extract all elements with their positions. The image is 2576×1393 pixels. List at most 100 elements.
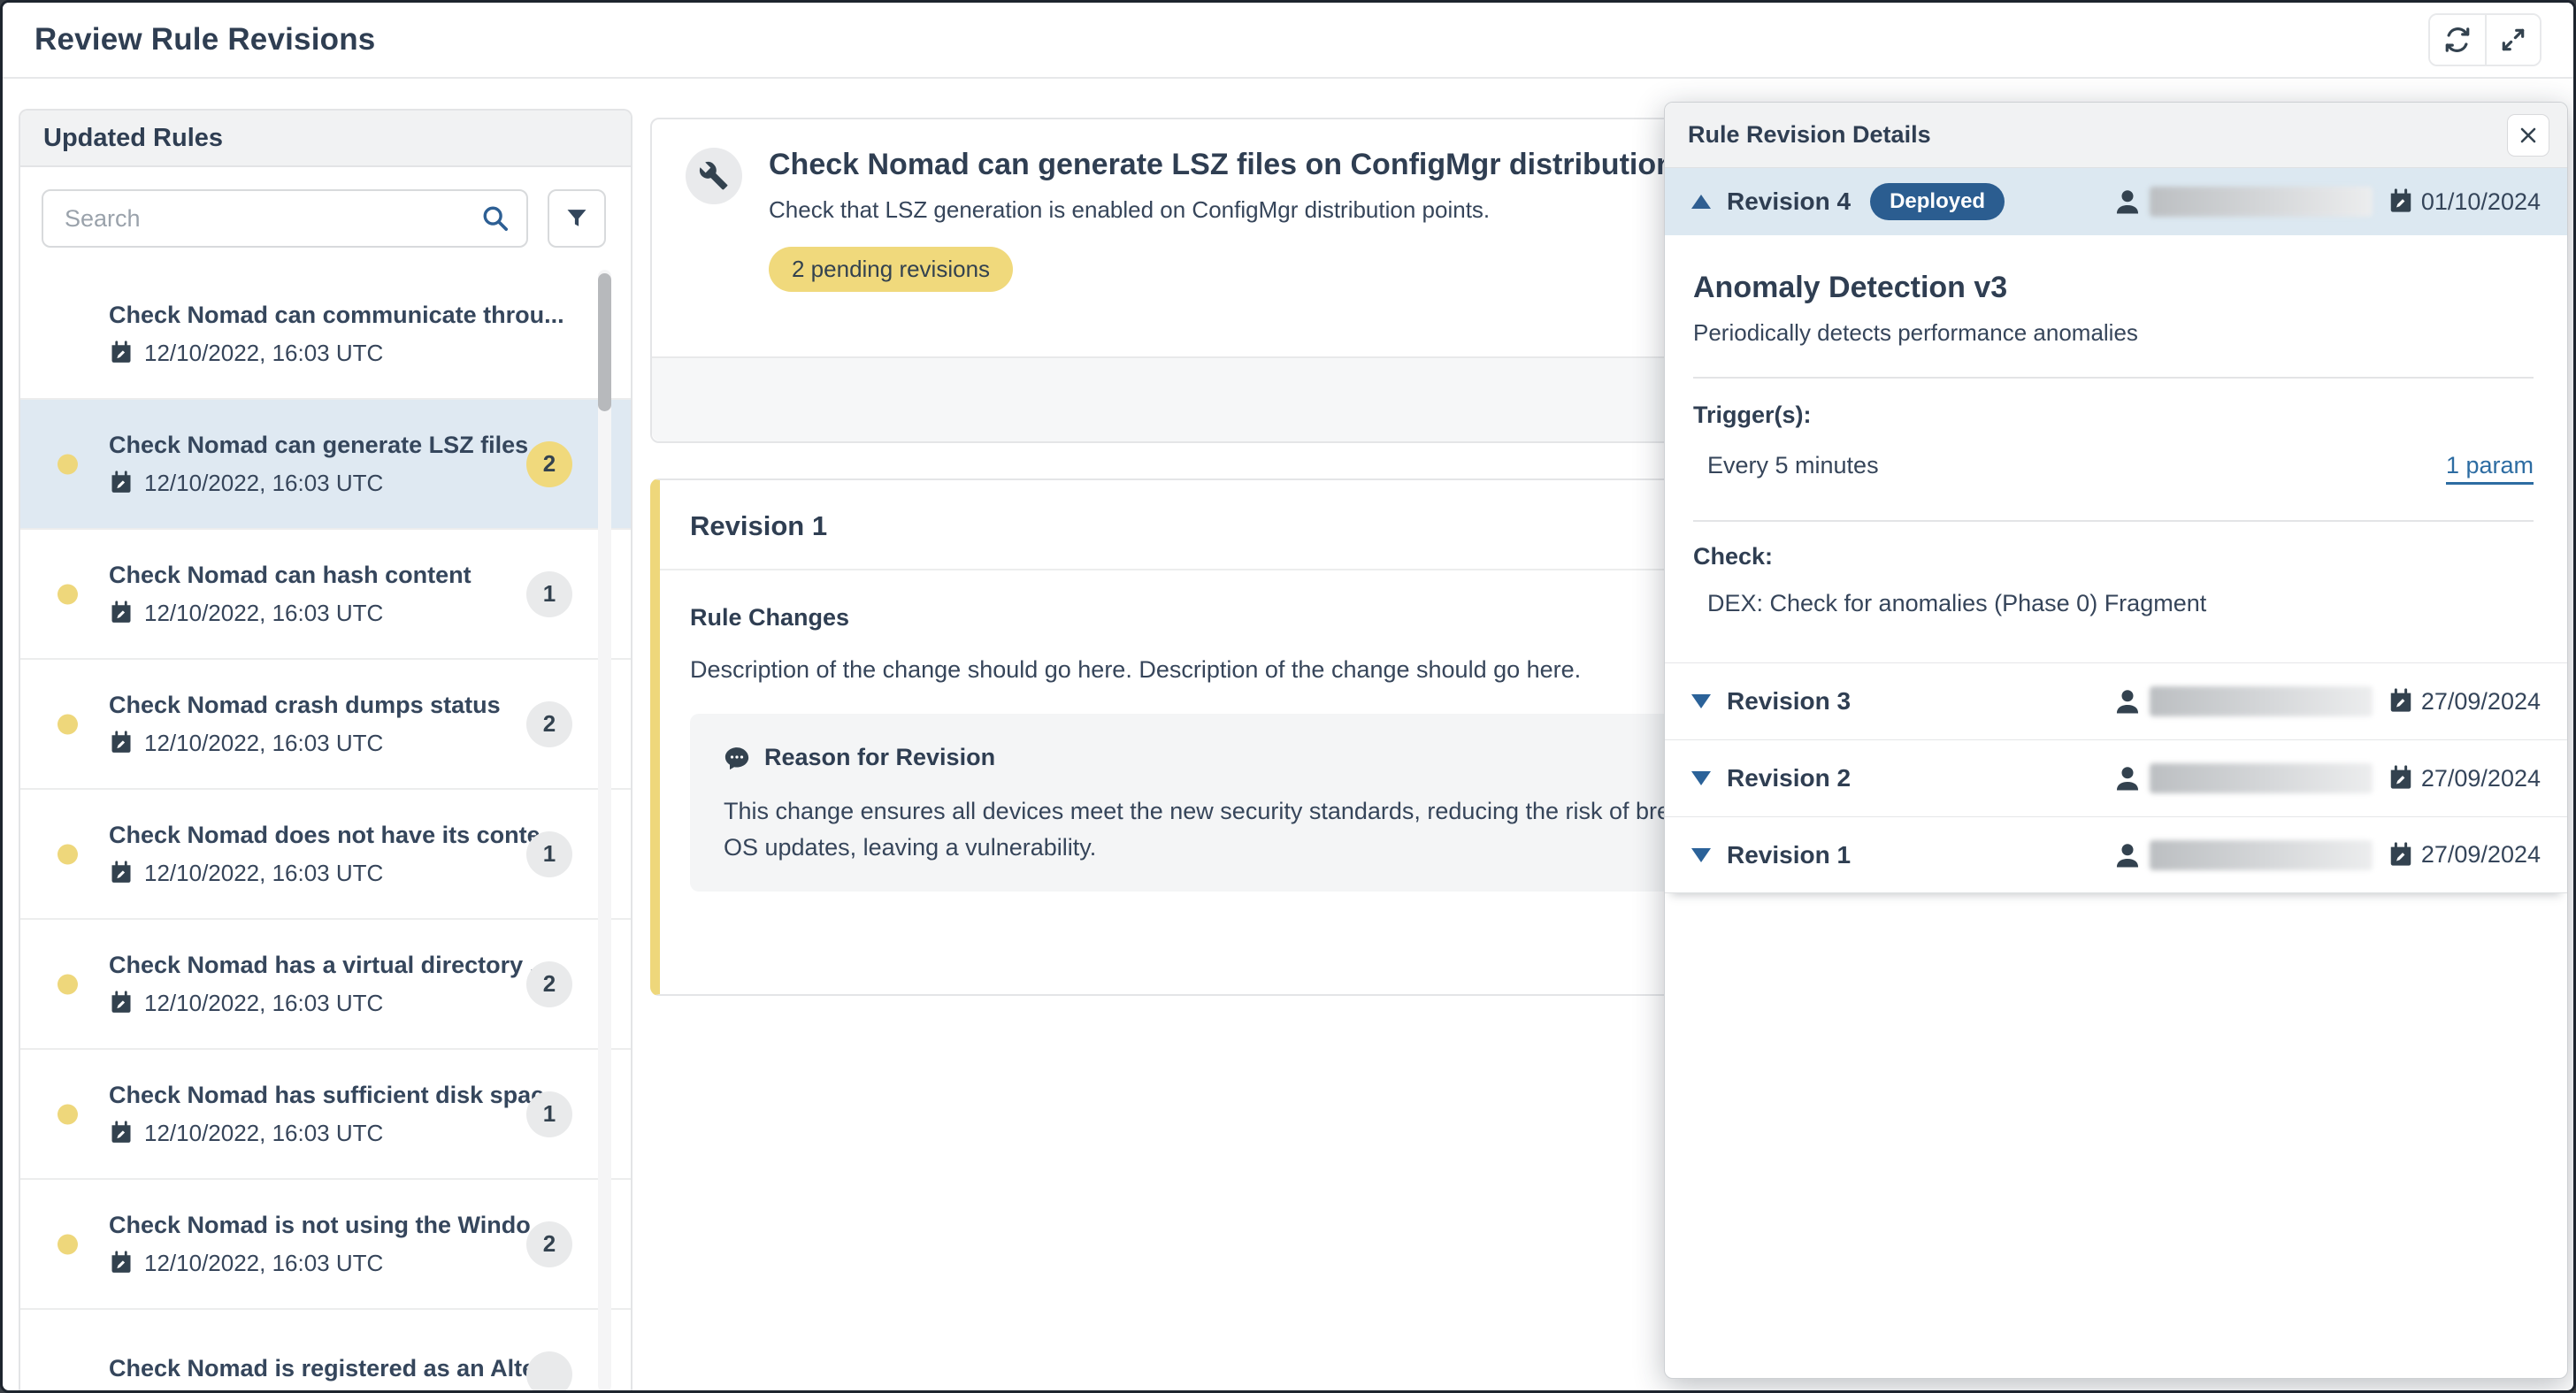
rule-item-title: Check Nomad crash dumps status	[109, 692, 525, 719]
rule-list-item-selected[interactable]: Check Nomad can generate LSZ files ... 1…	[20, 400, 631, 530]
calendar-edit-icon	[109, 471, 134, 495]
pending-dot	[58, 584, 78, 604]
rule-item-title: Check Nomad is registered as an Alte...	[109, 1355, 525, 1382]
calendar-edit-icon	[2388, 688, 2414, 715]
revision-label: Revision 1	[1727, 841, 1851, 869]
revision-date: 27/09/2024	[2421, 688, 2541, 716]
date-cell: 27/09/2024	[2381, 688, 2541, 716]
calendar-edit-icon	[109, 601, 134, 625]
author-cell	[2112, 686, 2381, 716]
revision-row[interactable]: Revision 1 27/09/2024	[1665, 816, 2567, 893]
sidebar-scrollbar-thumb[interactable]	[598, 273, 611, 411]
revision-count-badge: 2	[526, 1221, 572, 1267]
expand-triangle-icon	[1691, 848, 1711, 862]
revision-label: Revision 3	[1727, 687, 1851, 716]
author-cell	[2112, 763, 2381, 793]
revision-rule-description: Periodically detects performance anomali…	[1693, 319, 2534, 347]
comment-icon	[724, 745, 750, 771]
close-button[interactable]	[2507, 114, 2549, 157]
rule-item-date: 12/10/2022, 16:03 UTC	[109, 1250, 525, 1277]
rule-item-title: Check Nomad can communicate throu...	[109, 302, 525, 329]
revision-label: Revision 4	[1727, 188, 1851, 216]
close-icon	[2518, 125, 2539, 146]
rule-list-item[interactable]: Check Nomad can communicate throu... 12/…	[20, 270, 631, 400]
topbar-actions	[2428, 13, 2542, 66]
search-box	[42, 189, 528, 248]
calendar-edit-icon	[109, 861, 134, 885]
sidebar-scrollbar[interactable]	[598, 270, 611, 1392]
redacted-author-name	[2150, 840, 2373, 870]
rule-list-item[interactable]: Check Nomad is not using the Windo... 12…	[20, 1180, 631, 1310]
expand-button[interactable]	[2485, 15, 2540, 65]
revision-count-badge	[526, 1351, 572, 1393]
check-label: Check:	[1693, 543, 2534, 570]
revision-date: 27/09/2024	[2421, 841, 2541, 869]
calendar-edit-icon	[109, 991, 134, 1015]
person-icon	[2112, 686, 2143, 716]
rule-type-avatar	[686, 148, 742, 204]
calendar-edit-icon	[109, 341, 134, 365]
pending-dot	[58, 454, 78, 474]
pending-dot	[58, 714, 78, 734]
refresh-icon	[2443, 26, 2472, 54]
search-input[interactable]	[42, 189, 528, 248]
rule-list-item[interactable]: Check Nomad can hash content 12/10/2022,…	[20, 530, 631, 660]
revision-count-badge: 1	[526, 831, 572, 877]
revision-count-badge: 1	[526, 1091, 572, 1137]
rule-description: Check that LSZ generation is enabled on …	[769, 196, 1773, 224]
page-title: Review Rule Revisions	[34, 22, 375, 57]
top-bar: Review Rule Revisions	[3, 3, 2573, 79]
revision-rule-name: Anomaly Detection v3	[1693, 271, 2534, 305]
rule-revision-details-panel: Rule Revision Details Revision 4 Deploye…	[1664, 102, 2568, 1379]
pending-dot	[58, 844, 78, 864]
pending-dot	[58, 1234, 78, 1254]
revision-row[interactable]: Revision 3 27/09/2024	[1665, 662, 2567, 739]
rule-item-date: 12/10/2022, 16:03 UTC	[109, 990, 525, 1017]
refresh-button[interactable]	[2430, 15, 2485, 65]
collapse-triangle-icon	[1691, 195, 1711, 209]
param-link[interactable]: 1 param	[2446, 452, 2534, 485]
details-panel-title: Rule Revision Details	[1688, 121, 1931, 149]
updated-rules-panel: Updated Rules Check Nomad can communicat…	[19, 109, 632, 1392]
expand-icon	[2499, 26, 2527, 54]
revision-expanded-content: Anomaly Detection v3 Periodically detect…	[1665, 235, 2567, 662]
search-icon	[480, 203, 510, 233]
rule-list-item[interactable]: Check Nomad has a virtual directory ... …	[20, 920, 631, 1050]
trigger-value: Every 5 minutes	[1707, 452, 1879, 479]
rule-title: Check Nomad can generate LSZ files on Co…	[769, 148, 1773, 182]
revision-count-badge: 2	[526, 961, 572, 1007]
pending-revisions-badge: 2 pending revisions	[769, 247, 1013, 292]
deployed-status-badge: Deployed	[1870, 183, 2005, 220]
revision-count-badge: 1	[526, 571, 572, 617]
person-icon	[2112, 763, 2143, 793]
person-icon	[2112, 840, 2143, 870]
person-icon	[2112, 187, 2143, 217]
rule-list: Check Nomad can communicate throu... 12/…	[20, 270, 631, 1392]
rule-item-date: 12/10/2022, 16:03 UTC	[109, 600, 525, 627]
revision-date: 01/10/2024	[2421, 188, 2541, 216]
rule-list-item[interactable]: Check Nomad crash dumps status 12/10/202…	[20, 660, 631, 790]
reason-for-revision-heading: Reason for Revision	[764, 744, 995, 771]
search-row	[20, 167, 631, 270]
redacted-author-name	[2150, 686, 2373, 716]
filter-button[interactable]	[548, 189, 606, 248]
author-cell	[2112, 840, 2381, 870]
calendar-edit-icon	[2388, 842, 2414, 869]
revision-row-expanded[interactable]: Revision 4 Deployed 01/10/2024	[1665, 168, 2567, 235]
expand-triangle-icon	[1691, 771, 1711, 785]
rule-item-title: Check Nomad has a virtual directory ...	[109, 952, 525, 979]
revision-count-badge: 2	[526, 441, 572, 487]
date-cell: 01/10/2024	[2381, 188, 2541, 216]
rule-list-item[interactable]: Check Nomad does not have its conte... 1…	[20, 790, 631, 920]
rule-list-item[interactable]: Check Nomad has sufficient disk spac... …	[20, 1050, 631, 1180]
redacted-author-name	[2150, 763, 2373, 793]
redacted-author-name	[2150, 187, 2373, 217]
trigger-row: Every 5 minutes 1 param	[1693, 452, 2534, 485]
date-cell: 27/09/2024	[2381, 841, 2541, 869]
rule-item-date: 12/10/2022, 16:03 UTC	[109, 1120, 525, 1147]
revision-row[interactable]: Revision 2 27/09/2024	[1665, 739, 2567, 816]
calendar-edit-icon	[2388, 765, 2414, 792]
rule-list-item[interactable]: Check Nomad is registered as an Alte...	[20, 1310, 631, 1392]
wrench-icon	[699, 161, 729, 191]
rule-item-title: Check Nomad is not using the Windo...	[109, 1212, 525, 1239]
